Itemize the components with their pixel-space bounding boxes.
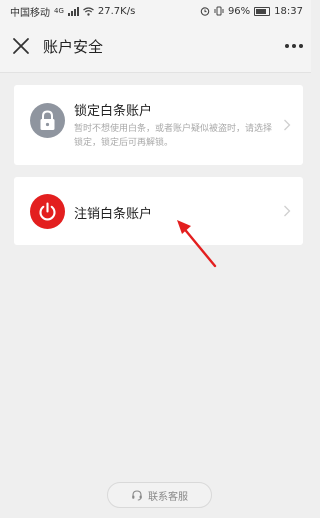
headset-icon bbox=[132, 490, 142, 501]
carrier-name: 中国移动 bbox=[10, 7, 50, 19]
signal-icon bbox=[67, 6, 79, 16]
close-account-option[interactable]: 注销白条账户 bbox=[14, 177, 303, 245]
contact-service-button[interactable]: 联系客服 bbox=[107, 482, 212, 508]
lock-icon bbox=[30, 103, 65, 138]
lock-account-description: 暂时不想使用白条，或者账户疑似被盗时，请选择锁定，锁定后可再解锁。 bbox=[74, 124, 273, 148]
chevron-right-icon bbox=[284, 205, 291, 217]
vibrate-icon bbox=[214, 6, 224, 16]
battery-percent: 96% bbox=[227, 5, 251, 17]
alarm-icon bbox=[200, 7, 210, 16]
close-icon[interactable] bbox=[12, 37, 30, 55]
battery-icon bbox=[254, 6, 271, 16]
annotation-arrow bbox=[177, 220, 217, 268]
contact-service-label: 联系客服 bbox=[148, 491, 188, 503]
network-type: 4G bbox=[54, 7, 64, 15]
power-icon bbox=[30, 194, 65, 229]
page-title: 账户安全 bbox=[43, 38, 104, 56]
lock-account-title: 锁定白条账户 bbox=[74, 104, 153, 119]
status-bar: 中国移动 4G 27.7K/s 96% 18:37 bbox=[0, 0, 311, 22]
lock-account-option[interactable]: 锁定白条账户 暂时不想使用白条，或者账户疑似被盗时，请选择锁定，锁定后可再解锁。 bbox=[14, 85, 303, 165]
more-icon[interactable] bbox=[285, 44, 303, 48]
clock: 18:37 bbox=[274, 5, 303, 17]
nav-bar: 账户安全 bbox=[0, 22, 311, 73]
network-speed: 27.7K/s bbox=[97, 5, 136, 17]
wifi-icon bbox=[83, 6, 94, 16]
chevron-right-icon bbox=[284, 119, 291, 131]
close-account-title: 注销白条账户 bbox=[74, 207, 153, 222]
